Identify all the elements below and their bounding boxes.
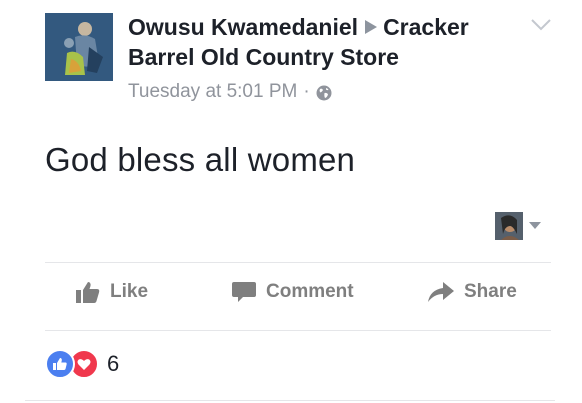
comment-button[interactable]: Comment xyxy=(232,281,354,303)
post-actions: Like Comment Share xyxy=(45,263,551,329)
author-line: Owusu Kwamedaniel Cracker Barrel Old Coun… xyxy=(128,12,508,72)
chevron-down-icon[interactable] xyxy=(530,18,552,32)
arrow-right-icon xyxy=(365,20,378,34)
facebook-post: Owusu Kwamedaniel Cracker Barrel Old Coun… xyxy=(0,0,582,403)
meta-separator: · xyxy=(303,81,310,102)
share-button[interactable]: Share xyxy=(428,281,517,303)
globe-icon[interactable] xyxy=(316,84,332,101)
comment-label: Comment xyxy=(266,281,354,302)
post-message: God bless all women xyxy=(45,141,356,178)
divider xyxy=(25,400,555,401)
comment-icon xyxy=(232,282,256,302)
share-arrow-icon xyxy=(428,282,454,302)
post-header: Owusu Kwamedaniel Cracker Barrel Old Coun… xyxy=(128,12,508,104)
divider xyxy=(45,330,551,331)
post-meta: Tuesday at 5:01 PM · xyxy=(128,80,508,104)
share-label: Share xyxy=(464,281,517,302)
like-button[interactable]: Like xyxy=(76,281,148,303)
like-reaction-icon xyxy=(45,349,75,379)
post-timestamp[interactable]: Tuesday at 5:01 PM xyxy=(128,80,297,104)
reaction-count: 6 xyxy=(107,351,120,376)
thumbs-up-icon xyxy=(76,282,100,303)
reactions-summary[interactable]: 6 xyxy=(45,349,119,379)
viewer-avatar[interactable] xyxy=(495,212,523,240)
author-avatar[interactable] xyxy=(45,13,113,81)
like-label: Like xyxy=(110,281,149,302)
caret-down-icon[interactable] xyxy=(529,222,541,229)
author-name[interactable]: Owusu Kwamedaniel xyxy=(128,14,358,40)
